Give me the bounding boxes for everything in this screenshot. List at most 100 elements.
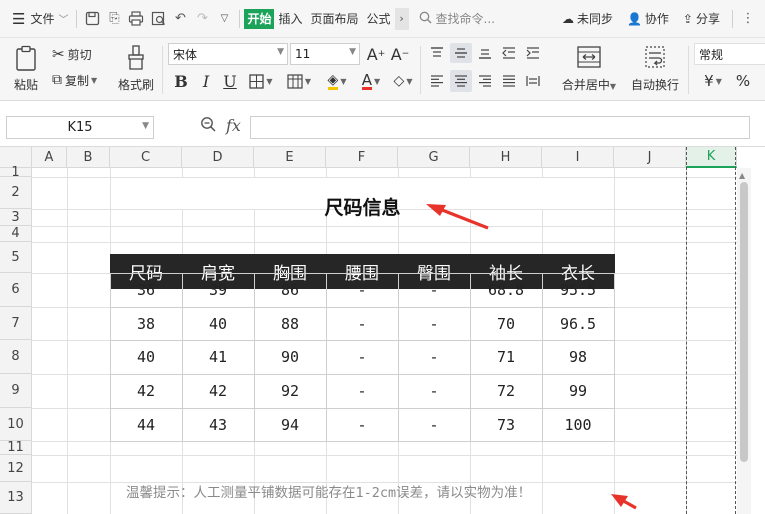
- align-middle-button[interactable]: [450, 43, 472, 63]
- borders-button[interactable]: ▼: [244, 70, 278, 92]
- bold-button[interactable]: B: [170, 70, 192, 92]
- table-cell[interactable]: -: [398, 307, 470, 340]
- column-header-j[interactable]: J: [614, 147, 686, 168]
- table-cell[interactable]: -: [398, 340, 470, 374]
- name-box[interactable]: K15 ▼: [6, 116, 154, 139]
- row-header-9[interactable]: 9: [0, 374, 32, 408]
- collaborate-button[interactable]: 👤 协作: [623, 6, 673, 32]
- table-cell[interactable]: 38: [110, 307, 182, 340]
- scroll-up-icon[interactable]: ▲: [739, 171, 745, 180]
- column-header-i[interactable]: I: [542, 147, 614, 168]
- tab-formulas[interactable]: 公式: [363, 6, 395, 32]
- table-cell[interactable]: 98: [542, 340, 614, 374]
- print-icon[interactable]: [125, 8, 147, 30]
- table-cell[interactable]: -: [326, 307, 398, 340]
- row-header-13[interactable]: 13: [0, 482, 32, 514]
- table-cell[interactable]: 96.5: [542, 307, 614, 340]
- command-search[interactable]: 查找命令...: [419, 10, 495, 27]
- scrollbar-thumb[interactable]: [740, 182, 748, 462]
- vertical-scrollbar[interactable]: ▲: [737, 168, 751, 514]
- table-cell[interactable]: -: [398, 408, 470, 441]
- redo-icon[interactable]: ↷: [191, 8, 213, 30]
- table-cell[interactable]: 68.8: [470, 273, 542, 307]
- sync-status-button[interactable]: ☁ 未同步: [558, 6, 617, 32]
- print-preview-icon[interactable]: [147, 8, 169, 30]
- row-header-1[interactable]: 1: [0, 165, 32, 180]
- row-header-7[interactable]: 7: [0, 307, 32, 340]
- table-cell[interactable]: 86: [254, 273, 326, 307]
- table-cell[interactable]: 99: [542, 374, 614, 408]
- font-size-select[interactable]: 11 ▼: [290, 43, 360, 65]
- column-header-a[interactable]: A: [32, 147, 67, 168]
- fill-color-button[interactable]: ◈ ▼: [320, 70, 354, 92]
- align-left-button[interactable]: [426, 70, 448, 92]
- table-cell[interactable]: 70: [470, 307, 542, 340]
- align-top-button[interactable]: [426, 43, 448, 63]
- save-icon[interactable]: [81, 8, 103, 30]
- table-cell[interactable]: 92: [254, 374, 326, 408]
- table-cell[interactable]: -: [398, 374, 470, 408]
- column-header-b[interactable]: B: [67, 147, 110, 168]
- share-button[interactable]: ⇪ 分享: [679, 6, 724, 32]
- decrease-font-size-button[interactable]: A −: [390, 43, 410, 65]
- increase-font-size-button[interactable]: A +: [366, 43, 386, 65]
- table-cell[interactable]: 44: [110, 408, 182, 441]
- table-cell[interactable]: 73: [470, 408, 542, 441]
- underline-button[interactable]: U: [220, 70, 240, 92]
- column-header-g[interactable]: G: [398, 147, 470, 168]
- zoom-search-icon[interactable]: [200, 116, 216, 135]
- row-header-6[interactable]: 6: [0, 273, 32, 307]
- row-header-10[interactable]: 10: [0, 408, 32, 441]
- table-cell[interactable]: 41: [182, 340, 254, 374]
- table-cell[interactable]: 94: [254, 408, 326, 441]
- clear-format-button[interactable]: ◇ ▼: [388, 70, 418, 92]
- table-cell[interactable]: 90: [254, 340, 326, 374]
- table-cell[interactable]: -: [326, 374, 398, 408]
- file-menu[interactable]: ☰ 文件 ﹀: [8, 6, 72, 32]
- table-cell[interactable]: -: [398, 273, 470, 307]
- table-cell[interactable]: 88: [254, 307, 326, 340]
- insert-function-icon[interactable]: fx: [226, 116, 241, 135]
- table-cell[interactable]: 42: [182, 374, 254, 408]
- more-tabs-chevron-icon[interactable]: ›: [394, 7, 409, 30]
- align-center-button[interactable]: [450, 70, 472, 92]
- export-icon[interactable]: ⎘: [103, 8, 125, 30]
- table-cell[interactable]: 71: [470, 340, 542, 374]
- currency-format-button[interactable]: ¥ ▼: [698, 70, 728, 92]
- wrap-text-button[interactable]: 自动换行: [626, 40, 684, 98]
- align-right-button[interactable]: [474, 70, 496, 92]
- font-color-button[interactable]: A ▼: [356, 70, 386, 92]
- table-cell[interactable]: -: [326, 273, 398, 307]
- font-name-select[interactable]: 宋体 ▼: [168, 43, 288, 65]
- tab-insert[interactable]: 插入: [274, 6, 306, 32]
- table-cell[interactable]: 72: [470, 374, 542, 408]
- italic-button[interactable]: I: [196, 70, 216, 92]
- decrease-indent-button[interactable]: [498, 43, 520, 63]
- format-painter-button[interactable]: 格式刷: [114, 40, 158, 98]
- row-header-8[interactable]: 8: [0, 340, 32, 374]
- row-header-12[interactable]: 12: [0, 455, 32, 482]
- copy-button[interactable]: ⧉ 复制 ▼: [52, 70, 97, 90]
- row-header-2[interactable]: 2: [0, 177, 32, 209]
- table-cell[interactable]: 39: [182, 273, 254, 307]
- row-header-4[interactable]: 4: [0, 226, 32, 242]
- table-cell[interactable]: 40: [182, 307, 254, 340]
- table-cell[interactable]: 40: [110, 340, 182, 374]
- undo-icon[interactable]: ↶: [169, 8, 191, 30]
- align-bottom-button[interactable]: [474, 43, 496, 63]
- tab-page-layout[interactable]: 页面布局: [307, 6, 363, 32]
- percent-format-button[interactable]: %: [732, 70, 754, 92]
- merge-center-button[interactable]: 合并居中▼: [556, 40, 622, 98]
- column-header-h[interactable]: H: [470, 147, 542, 168]
- number-format-select[interactable]: 常规: [694, 43, 765, 65]
- column-header-c[interactable]: C: [110, 147, 182, 168]
- table-cell[interactable]: 100: [542, 408, 614, 441]
- more-options-icon[interactable]: ⋮: [737, 8, 759, 30]
- distributed-align-button[interactable]: [522, 70, 544, 92]
- row-header-11[interactable]: 11: [0, 440, 32, 455]
- row-header-3[interactable]: 3: [0, 209, 32, 226]
- table-cell[interactable]: 36: [110, 273, 182, 307]
- paste-button[interactable]: 粘贴: [8, 40, 44, 98]
- column-header-f[interactable]: F: [326, 147, 398, 168]
- increase-indent-button[interactable]: [522, 43, 544, 63]
